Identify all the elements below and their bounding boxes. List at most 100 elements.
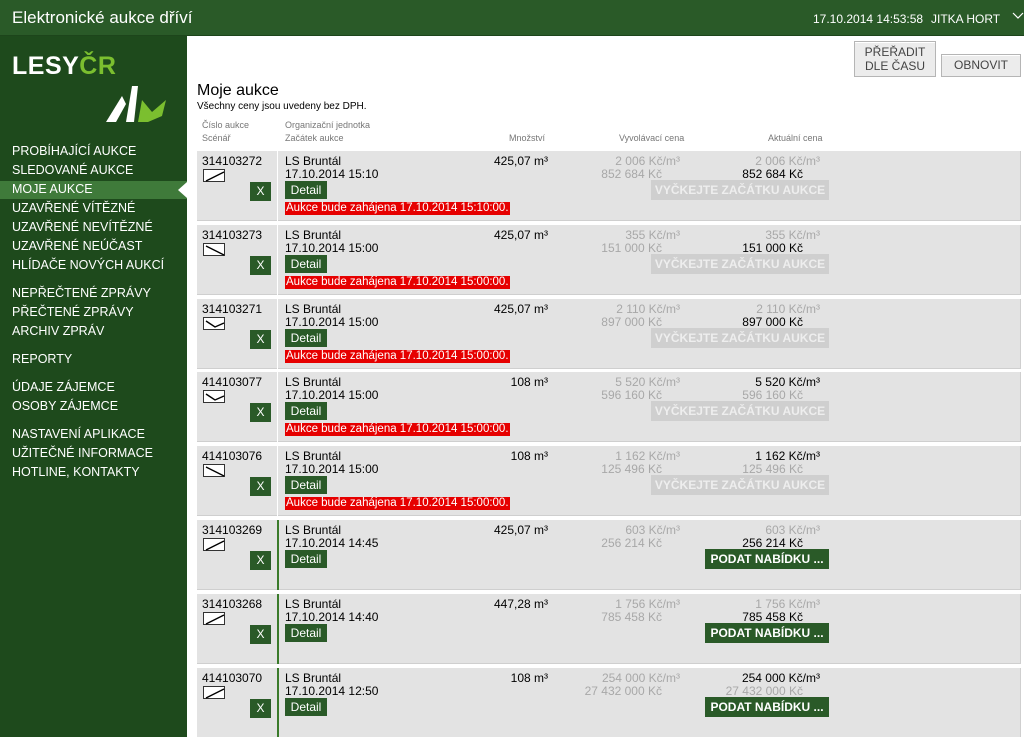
wait-for-start-button: VYČKEJTE ZAČÁTKU AUKCE: [651, 327, 829, 348]
remove-auction-button[interactable]: X: [250, 403, 271, 423]
reserve-total-price: 596 160 Kč: [601, 388, 662, 403]
remove-auction-button[interactable]: X: [250, 624, 271, 644]
col-header-reserve-price: Vyvolávací cena: [619, 133, 685, 143]
wait-for-start-button: VYČKEJTE ZAČÁTKU AUKCE: [651, 401, 829, 422]
current-total-price: 785 458 Kč: [742, 609, 803, 624]
current-unit-price: 254 000 Kč/m³: [741, 670, 820, 685]
start-notice: Aukce bude zahájena 17.10.2014 15:00:00.: [285, 349, 510, 363]
quantity: 108 m³: [510, 449, 548, 464]
reserve-unit-price: 1 756 Kč/m³: [615, 596, 680, 611]
user-name[interactable]: JITKA HORT: [931, 12, 1000, 26]
page-title: Moje aukce: [197, 82, 279, 99]
detail-button[interactable]: Detail: [285, 328, 327, 347]
remove-auction-button[interactable]: X: [250, 255, 271, 275]
start-time: 17.10.2014 15:00: [285, 462, 379, 477]
org-unit: LS Bruntál: [285, 375, 342, 390]
quantity: 108 m³: [510, 375, 548, 390]
nav-item-group1-1[interactable]: SLEDOVANÉ AUKCE: [12, 163, 133, 177]
remove-auction-button[interactable]: X: [250, 551, 271, 570]
nav-item-group1-6[interactable]: HLÍDAČE NOVÝCH AUKCÍ: [12, 258, 164, 272]
row-divider: [277, 593, 279, 664]
nav-item-group5-1[interactable]: UŽITEČNÉ INFORMACE: [12, 446, 153, 460]
nav-item-group4-1[interactable]: OSOBY ZÁJEMCE: [12, 399, 118, 413]
reserve-total-price: 125 496 Kč: [601, 462, 662, 477]
reserve-unit-price: 5 520 Kč/m³: [615, 375, 680, 390]
auction-row: 314103273 X LS Bruntál 17.10.2014 15:00 Deta…: [197, 224, 1021, 295]
reserve-total-price: 256 214 Kč: [601, 536, 662, 550]
remove-auction-button[interactable]: X: [250, 182, 271, 201]
org-unit: LS Bruntál: [285, 227, 342, 242]
scenario-rise-icon: [203, 538, 225, 551]
reserve-unit-price: 603 Kč/m³: [625, 523, 680, 537]
org-unit: LS Bruntál: [285, 523, 342, 537]
row-divider: [277, 667, 279, 737]
quantity: 425,07 m³: [493, 154, 548, 168]
reserve-unit-price: 2 006 Kč/m³: [615, 154, 680, 168]
detail-button[interactable]: Detail: [285, 254, 327, 273]
nav-item-group1-5[interactable]: UZAVŘENÉ NEÚČAST: [12, 239, 142, 253]
nav-item-group2-0[interactable]: NEPŘEČTENÉ ZPRÁVY: [12, 286, 151, 300]
current-total-price: 125 496 Kč: [742, 462, 803, 477]
detail-button[interactable]: Detail: [285, 402, 327, 421]
place-bid-button[interactable]: PODAT NABÍDKU ...: [705, 622, 829, 643]
current-unit-price: 2 006 Kč/m³: [755, 154, 820, 168]
reserve-unit-price: 355 Kč/m³: [625, 227, 680, 242]
detail-button[interactable]: Detail: [285, 476, 327, 495]
quantity: 425,07 m³: [493, 301, 548, 316]
refresh-button[interactable]: OBNOVIT: [941, 54, 1021, 77]
wait-for-start-button: VYČKEJTE ZAČÁTKU AUKCE: [651, 253, 829, 274]
nav-item-group1-4[interactable]: UZAVŘENÉ NEVÍTĚZNÉ: [12, 220, 153, 234]
current-unit-price: 603 Kč/m³: [765, 523, 820, 537]
auction-row: 314103272 X LS Bruntál 17.10.2014 15:10 Deta…: [197, 151, 1021, 221]
app-title: Elektronické aukce dříví: [12, 8, 193, 27]
detail-button[interactable]: Detail: [285, 697, 327, 716]
detail-button[interactable]: Detail: [285, 550, 327, 568]
quantity: 447,28 m³: [493, 596, 548, 611]
place-bid-button[interactable]: PODAT NABÍDKU ...: [705, 549, 829, 569]
auction-number: 414103070: [202, 670, 263, 685]
sort-by-time-button[interactable]: PŘEŘADIT DLE ČASU: [854, 41, 936, 77]
row-divider: [277, 151, 278, 221]
start-time: 17.10.2014 15:00: [285, 240, 379, 255]
nav-item-group1-2[interactable]: MOJE AUKCE: [12, 182, 93, 196]
auction-number: 314103269: [202, 523, 263, 537]
lesy-cr-logo[interactable]: LESYČR: [12, 52, 172, 122]
top-bar: Elektronické aukce dříví 17.10.2014 14:5…: [0, 0, 1024, 36]
reserve-total-price: 27 432 000 Kč: [584, 683, 662, 698]
current-total-price: 256 214 Kč: [742, 536, 803, 550]
chevron-down-icon[interactable]: [1012, 10, 1024, 22]
current-datetime: 17.10.2014 14:53:58: [813, 12, 924, 26]
auction-row: 314103269 X LS Bruntál 17.10.2014 14:45 Deta…: [197, 520, 1021, 590]
col-header-scenario: Scénář: [202, 133, 231, 143]
start-time: 17.10.2014 15:00: [285, 314, 379, 329]
auction-number: 314103273: [202, 227, 263, 242]
place-bid-button[interactable]: PODAT NABÍDKU ...: [705, 696, 829, 717]
reserve-unit-price: 2 110 Kč/m³: [616, 301, 680, 316]
nav-item-group2-2[interactable]: ARCHIV ZPRÁV: [12, 324, 104, 338]
nav-item-group5-0[interactable]: NASTAVENÍ APLIKACE: [12, 427, 145, 441]
col-header-start: Začátek aukce: [285, 133, 344, 143]
col-header-quantity: Množství: [509, 133, 546, 143]
quantity: 425,07 m³: [493, 227, 548, 242]
auction-number: 414103076: [202, 449, 263, 464]
nav-item-group1-0[interactable]: PROBÍHAJÍCÍ AUKCE: [12, 144, 136, 158]
remove-auction-button[interactable]: X: [250, 329, 271, 349]
nav-item-group3-0[interactable]: REPORTY: [12, 352, 72, 366]
start-notice: Aukce bude zahájena 17.10.2014 15:10:00.: [285, 202, 510, 215]
reserve-total-price: 785 458 Kč: [601, 609, 662, 624]
active-pointer-icon: [178, 182, 187, 198]
nav-item-group1-3[interactable]: UZAVŘENÉ VÍTĚZNÉ: [12, 201, 135, 215]
quantity: 425,07 m³: [493, 523, 548, 537]
reserve-total-price: 897 000 Kč: [601, 314, 662, 329]
start-time: 17.10.2014 12:50: [285, 683, 379, 698]
remove-auction-button[interactable]: X: [250, 477, 271, 497]
detail-button[interactable]: Detail: [285, 181, 327, 199]
row-divider: [277, 372, 278, 443]
remove-auction-button[interactable]: X: [250, 698, 271, 718]
nav-item-group5-2[interactable]: HOTLINE, KONTAKTY: [12, 465, 140, 479]
row-divider: [277, 520, 279, 590]
detail-button[interactable]: Detail: [285, 623, 327, 642]
nav-item-group2-1[interactable]: PŘEČTENÉ ZPRÁVY: [12, 305, 134, 319]
org-unit: LS Bruntál: [285, 670, 342, 685]
nav-item-group4-0[interactable]: ÚDAJE ZÁJEMCE: [12, 380, 115, 394]
